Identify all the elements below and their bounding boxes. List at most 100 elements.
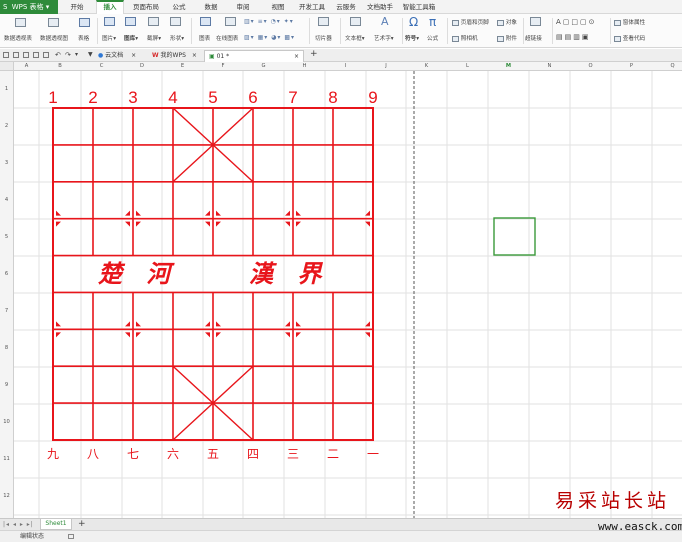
row-label[interactable]: 6 <box>0 271 13 277</box>
textbox-button[interactable]: 文本框▾ <box>345 34 365 42</box>
row-label[interactable]: 8 <box>0 345 13 351</box>
close-icon[interactable]: × <box>192 52 197 59</box>
column-label[interactable]: L <box>447 62 488 71</box>
menu-tab-10[interactable]: 智能工具箱 <box>400 0 438 14</box>
row-label[interactable]: 10 <box>0 419 13 425</box>
undo-icon[interactable]: ↶ <box>55 51 61 59</box>
pivot-chart-icon[interactable] <box>48 18 59 27</box>
new-tab-button[interactable]: + <box>310 49 318 59</box>
gallery-icon[interactable] <box>125 17 136 26</box>
menu-tab-3[interactable]: 公式 <box>166 0 192 14</box>
pivot-chart-button[interactable]: 数据透视图 <box>40 34 68 42</box>
add-sheet-button[interactable]: + <box>78 519 86 529</box>
pivot-table-icon[interactable] <box>15 18 26 27</box>
open-icon[interactable] <box>3 52 9 58</box>
wordart-icon[interactable]: A <box>381 15 389 28</box>
column-label[interactable]: Q <box>652 62 682 71</box>
wordart-button[interactable]: 艺术字▾ <box>374 34 394 42</box>
online-chart-button[interactable]: 在线图表 <box>216 34 238 42</box>
pi-formula-icon[interactable]: π <box>429 15 436 29</box>
formula-button[interactable]: 公式 <box>427 34 438 42</box>
attachment-button[interactable]: 附件 <box>497 34 517 42</box>
chart-types-row2[interactable]: ▨▾ ▦▾ ◕▾ ▩▾ <box>244 34 295 41</box>
row-label[interactable]: 3 <box>0 160 13 166</box>
save-icon[interactable] <box>13 52 19 58</box>
slicer-button[interactable]: 切片器 <box>315 34 332 42</box>
column-label[interactable]: E <box>162 62 203 71</box>
omega-symbol-icon[interactable]: Ω <box>409 15 418 29</box>
column-label[interactable]: K <box>406 62 447 71</box>
camera-button[interactable]: 照相机 <box>452 34 478 42</box>
screenshot-button[interactable]: 截屏▾ <box>147 34 161 42</box>
pivot-table-button[interactable]: 数据透视表 <box>4 34 32 42</box>
column-label[interactable]: D <box>122 62 162 71</box>
row-label[interactable]: 11 <box>0 456 13 462</box>
hyperlink-icon[interactable] <box>530 17 541 26</box>
column-label[interactable]: G <box>243 62 284 71</box>
row-label[interactable]: 9 <box>0 382 13 388</box>
chart-types-row1[interactable]: ▥▾ ≡▾ ◔▾ ✦▾ <box>244 18 294 25</box>
print-icon[interactable] <box>23 52 29 58</box>
menu-tab-5[interactable]: 审阅 <box>230 0 256 14</box>
table-icon[interactable] <box>79 18 90 27</box>
select-all-corner[interactable] <box>0 62 14 71</box>
tabs-dropdown-icon[interactable]: ▼ <box>88 51 93 58</box>
menu-tab-6[interactable]: 视图 <box>264 0 292 14</box>
column-label[interactable]: F <box>203 62 243 71</box>
column-label[interactable]: N <box>529 62 570 71</box>
sheet-grid[interactable]: 楚 河 漢 界 1 2 3 4 5 6 7 8 9 九 八 七 六 五 四 三 二 一 <box>14 71 682 518</box>
column-label[interactable]: O <box>570 62 611 71</box>
properties-button[interactable]: 窗体属性 <box>614 18 645 26</box>
slicer-icon[interactable] <box>318 17 329 26</box>
column-label[interactable]: I <box>325 62 366 71</box>
shapes-button[interactable]: 形状▾ <box>170 34 184 42</box>
row-label[interactable]: 12 <box>0 493 13 499</box>
doc-tab-mywps[interactable]: W 我的WPS × <box>152 50 202 62</box>
format-icon[interactable] <box>43 52 49 58</box>
shapes-icon[interactable] <box>170 17 181 26</box>
form-controls-row2[interactable]: ▤▤▥▣ <box>556 33 590 41</box>
close-icon[interactable]: × <box>131 52 136 59</box>
customize-icon[interactable]: ▾ <box>75 51 78 58</box>
object-button[interactable]: 对象 <box>497 18 517 26</box>
form-controls-row1[interactable]: A▢□▢⊙ <box>556 18 597 26</box>
column-label[interactable]: C <box>81 62 122 71</box>
textbox-icon[interactable] <box>350 17 361 26</box>
menu-tab-4[interactable]: 数据 <box>198 0 224 14</box>
column-label[interactable]: B <box>39 62 81 71</box>
column-label[interactable]: A <box>14 62 39 71</box>
column-label[interactable]: P <box>611 62 652 71</box>
app-menu-button[interactable]: S WPS 表格 ▾ <box>0 0 58 14</box>
gallery-button[interactable]: 图库▾ <box>124 34 138 42</box>
symbol-button[interactable]: 符号▾ <box>405 34 419 42</box>
chart-icon[interactable] <box>200 17 211 26</box>
row-label[interactable]: 4 <box>0 197 13 203</box>
print-preview-icon[interactable] <box>33 52 39 58</box>
header-footer-button[interactable]: 页眉和页脚 <box>452 18 489 26</box>
close-icon[interactable]: × <box>294 51 299 62</box>
row-label[interactable]: 7 <box>0 308 13 314</box>
picture-icon[interactable] <box>104 17 115 26</box>
doc-tab-cloud[interactable]: ● 云文档 × <box>98 50 146 62</box>
row-label[interactable]: 2 <box>0 123 13 129</box>
hyperlink-button[interactable]: 超链接 <box>525 34 542 42</box>
redo-icon[interactable]: ↷ <box>65 51 71 59</box>
menu-tab-1[interactable]: 插入 <box>96 0 124 14</box>
column-label[interactable]: M <box>488 62 529 71</box>
row-label[interactable]: 5 <box>0 234 13 240</box>
screenshot-icon[interactable] <box>148 17 159 26</box>
table-button[interactable]: 表格 <box>78 34 89 42</box>
menu-tab-8[interactable]: 云服务 <box>332 0 360 14</box>
sheet-tab-sheet1[interactable]: Sheet1 <box>40 519 72 530</box>
column-label[interactable]: H <box>284 62 325 71</box>
chart-button[interactable]: 图表 <box>199 34 210 42</box>
view-code-button[interactable]: 查看代码 <box>614 34 645 42</box>
picture-button[interactable]: 图片▾ <box>102 34 116 42</box>
sparkline-icon[interactable] <box>225 17 236 26</box>
doc-tab-active[interactable]: ▣ 01 * × <box>204 50 304 62</box>
menu-tab-7[interactable]: 开发工具 <box>296 0 328 14</box>
menu-tab-2[interactable]: 页面布局 <box>128 0 164 14</box>
row-label[interactable]: 1 <box>0 86 13 92</box>
sheet-nav-arrows[interactable]: |◂ ◂ ▸ ▸| <box>3 521 34 528</box>
column-label[interactable]: J <box>366 62 406 71</box>
